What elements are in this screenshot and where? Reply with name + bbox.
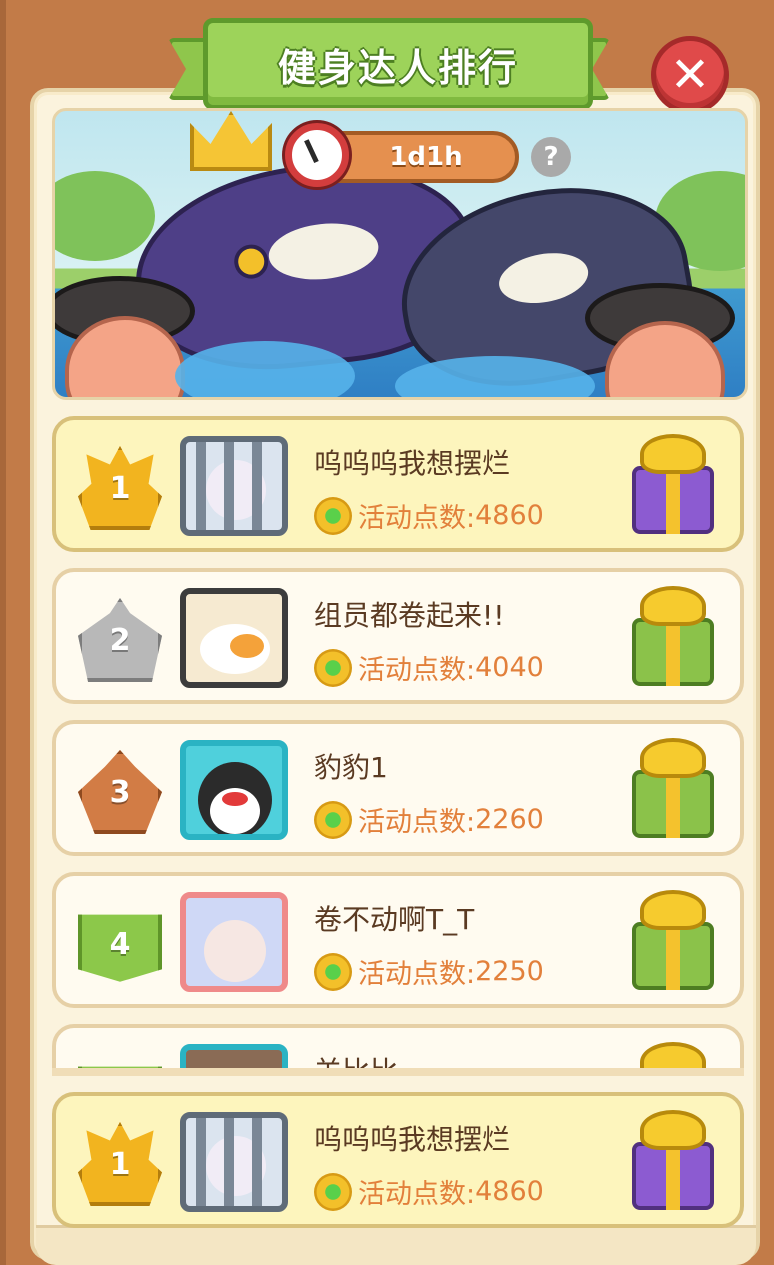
gift-box-icon[interactable] <box>632 1042 714 1068</box>
flower-points-icon <box>314 496 352 535</box>
my-avatar[interactable] <box>180 1112 288 1212</box>
score-label: 活动点数: <box>358 807 476 838</box>
player-avatar[interactable] <box>180 436 288 536</box>
gift-box-icon[interactable] <box>632 434 714 534</box>
question-icon: ? <box>543 142 559 172</box>
ranking-row-4[interactable]: 4 卷不动啊T_T 活动点数: 2250 <box>52 872 744 1008</box>
score-label: 活动点数: <box>358 1179 476 1210</box>
gift-box-icon[interactable] <box>632 586 714 686</box>
score-value: 4040 <box>475 652 544 683</box>
score-line: 活动点数: 4040 <box>314 648 544 687</box>
help-button[interactable]: ? <box>531 137 571 177</box>
ranking-row-3[interactable]: 3 豹豹1 活动点数: 2260 <box>52 720 744 856</box>
gift-box-icon[interactable] <box>632 1110 714 1210</box>
rank-badge-gold: 1 <box>78 1122 162 1206</box>
player-name: 呜呜呜我想摆烂 <box>314 447 511 480</box>
clock-icon <box>285 123 349 187</box>
ranking-row-1[interactable]: 1 呜呜呜我想摆烂 活动点数: 4860 <box>52 416 744 552</box>
player-avatar[interactable] <box>180 892 288 992</box>
score-label: 活动点数: <box>358 959 476 990</box>
rank-badge-flag: 4 <box>78 902 162 986</box>
rank-number: 1 <box>109 470 131 506</box>
my-rank-row[interactable]: 1 呜呜呜我想摆烂 活动点数: 4860 <box>52 1092 744 1228</box>
score-label: 活动点数: <box>358 503 476 534</box>
ranking-row-2[interactable]: 2 组员都卷起来!! 活动点数: 4040 <box>52 568 744 704</box>
paper-bottom-curl <box>36 1225 756 1265</box>
page-title: 健身达人排行 <box>277 45 518 90</box>
flower-points-icon <box>314 648 352 687</box>
rank-number: 4 <box>109 926 131 962</box>
player-name: 豹豹1 <box>314 751 388 784</box>
title-banner: 健身达人排行 <box>203 18 593 110</box>
rank-badge-silver: 2 <box>78 598 162 682</box>
rank-number: 2 <box>109 622 131 658</box>
player-avatar[interactable] <box>180 588 288 688</box>
rank-badge-bronze: 3 <box>78 750 162 834</box>
score-line: 活动点数: 4860 <box>314 496 544 535</box>
rank-badge-flag <box>78 1054 162 1068</box>
gift-box-icon[interactable] <box>632 890 714 990</box>
gift-box-icon[interactable] <box>632 738 714 838</box>
score-value: 2260 <box>475 804 544 835</box>
score-label: 活动点数: <box>358 655 476 686</box>
bush-decoration <box>55 171 155 261</box>
score-line: 活动点数: 4860 <box>314 1172 544 1211</box>
flower-points-icon <box>314 952 352 991</box>
close-button[interactable]: ✕ <box>651 36 729 114</box>
timer-value: 1d1h <box>389 142 463 172</box>
score-value: 4860 <box>475 500 544 531</box>
close-icon: ✕ <box>669 47 711 103</box>
score-line: 活动点数: 2250 <box>314 952 544 991</box>
player-name: 组员都卷起来!! <box>314 599 505 632</box>
player-avatar[interactable] <box>180 740 288 840</box>
event-banner-illustration: 1d1h ? <box>52 108 748 400</box>
list-divider <box>52 1068 744 1076</box>
my-name: 呜呜呜我想摆烂 <box>314 1123 511 1156</box>
crown-icon <box>190 111 272 171</box>
ranking-row-5[interactable]: 羊比比 <box>52 1024 744 1068</box>
score-line: 活动点数: 2260 <box>314 800 544 839</box>
ranking-list[interactable]: 1 呜呜呜我想摆烂 活动点数: 4860 2 组员都卷起来!! 活动点数: 40… <box>52 416 744 1068</box>
player-avatar[interactable] <box>180 1044 288 1068</box>
player-name: 卷不动啊T_T <box>314 903 475 936</box>
flower-points-icon <box>314 1172 352 1211</box>
my-score-value: 4860 <box>475 1176 544 1207</box>
rank-number: 1 <box>109 1146 131 1182</box>
rank-badge-gold: 1 <box>78 446 162 530</box>
score-value: 2250 <box>475 956 544 987</box>
flower-points-icon <box>314 800 352 839</box>
player-name: 羊比比 <box>314 1050 398 1068</box>
rank-number: 3 <box>109 774 131 810</box>
